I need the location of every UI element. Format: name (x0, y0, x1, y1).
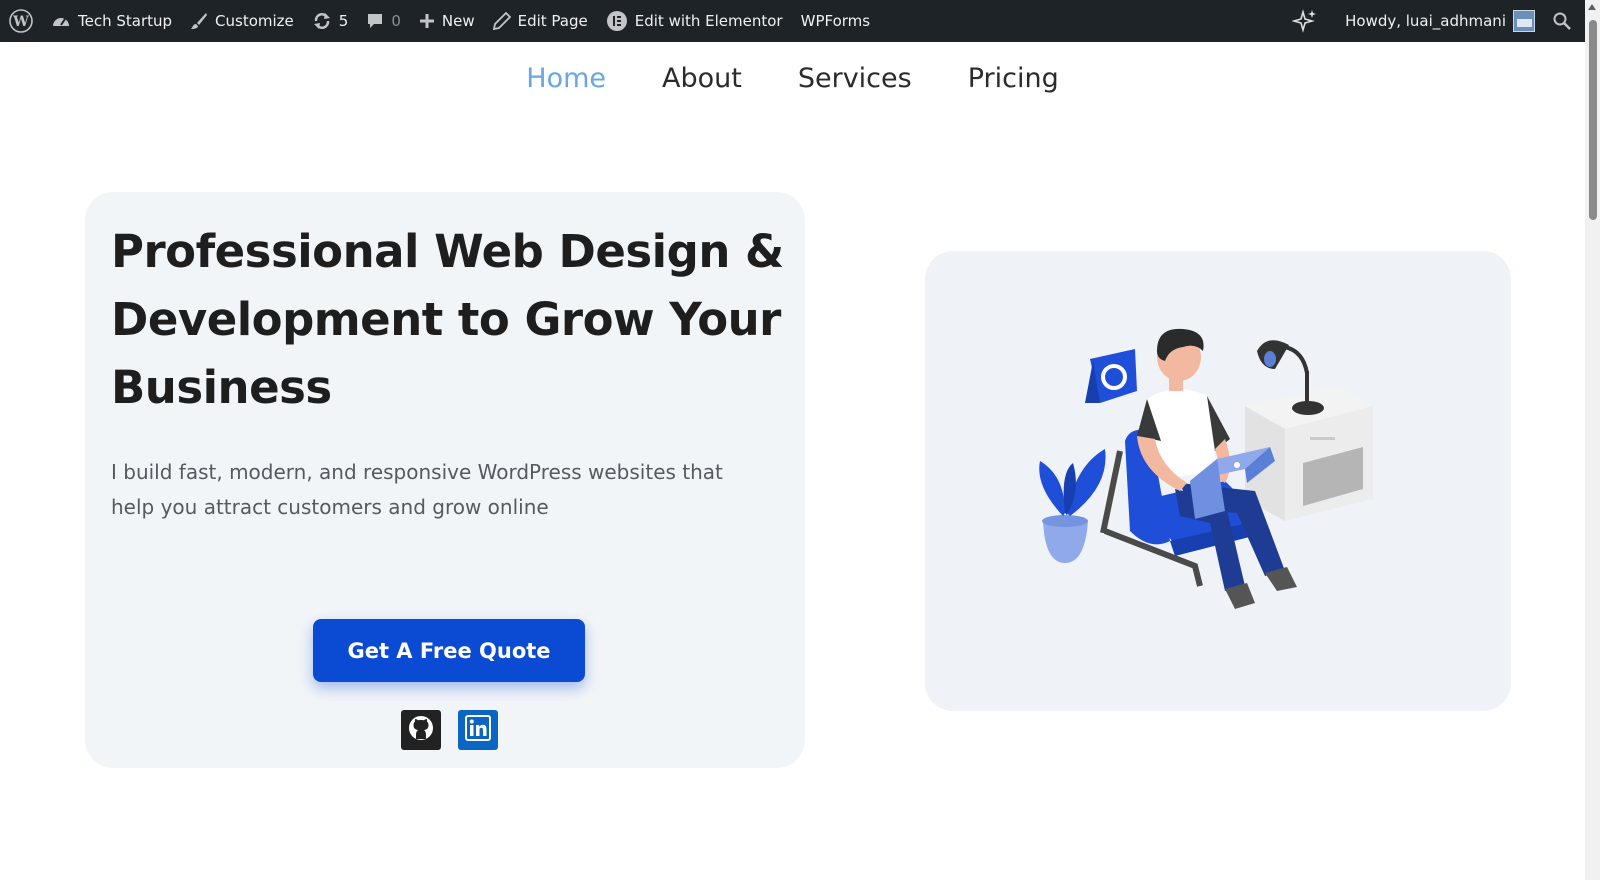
potted-plant (1039, 449, 1106, 563)
wordpress-logo-icon: W (9, 9, 33, 33)
man-with-laptop-illustration (1039, 328, 1373, 609)
pencil-icon (492, 12, 511, 30)
customize-label: Customize (215, 12, 294, 30)
updates-link[interactable]: 5 (303, 0, 358, 42)
wpforms-label: WPForms (800, 12, 871, 30)
new-content-menu[interactable]: New (410, 0, 484, 42)
wpforms-link[interactable]: WPForms (792, 0, 879, 42)
scroll-up-arrow-icon[interactable] (1588, 4, 1596, 10)
site-name: Tech Startup (78, 12, 173, 30)
admin-bar: W Tech Startup Customize 5 0 New Edit Pa… (0, 0, 1585, 42)
illustration-card (925, 251, 1511, 711)
elementor-icon (606, 10, 628, 32)
github-icon (407, 714, 435, 746)
site-name-link[interactable]: Tech Startup (42, 0, 181, 42)
nav-item-about[interactable]: About (662, 63, 742, 94)
linkedin-icon (464, 714, 492, 746)
linkedin-link[interactable] (458, 710, 498, 750)
ai-assistant-button[interactable] (1283, 0, 1336, 42)
updates-count: 5 (338, 12, 349, 30)
edit-page-link[interactable]: Edit Page (484, 0, 597, 42)
dashboard-icon (51, 12, 71, 30)
nav-item-pricing[interactable]: Pricing (968, 63, 1059, 94)
comment-icon (366, 12, 384, 30)
main-navigation: Home About Services Pricing (0, 42, 1585, 114)
my-account-menu[interactable]: Howdy, luai_adhmani (1336, 0, 1544, 42)
get-free-quote-button[interactable]: Get A Free Quote (313, 619, 585, 682)
new-label: New (441, 12, 475, 30)
edit-page-label: Edit Page (517, 12, 588, 30)
howdy-label: Howdy, luai_adhmani (1345, 12, 1506, 30)
scroll-thumb[interactable] (1589, 20, 1597, 220)
comments-link[interactable]: 0 (357, 0, 410, 42)
hero-description: I build fast, modern, and responsive Wor… (111, 460, 723, 519)
plus-icon (419, 13, 435, 29)
nav-item-home[interactable]: Home (526, 63, 606, 94)
svg-text:W: W (12, 14, 29, 30)
page-scrollbar[interactable] (1585, 0, 1600, 880)
wordpress-menu[interactable]: W (0, 0, 42, 42)
hero-card: Professional Web Design & Development to… (85, 192, 805, 768)
search-icon (1553, 12, 1571, 30)
gear-bubble-icon (1085, 349, 1137, 403)
brush-icon (190, 12, 208, 30)
sparkle-icon (1292, 8, 1318, 34)
hero-title: Professional Web Design & Development to… (111, 225, 784, 414)
comments-count: 0 (391, 12, 401, 30)
github-link[interactable] (401, 710, 441, 750)
edit-with-elementor-link[interactable]: Edit with Elementor (597, 0, 792, 42)
nav-item-services[interactable]: Services (798, 63, 912, 94)
updates-icon (312, 12, 332, 30)
avatar (1513, 10, 1535, 32)
admin-search-button[interactable] (1544, 0, 1585, 42)
customize-link[interactable]: Customize (181, 0, 303, 42)
elementor-label: Edit with Elementor (634, 12, 783, 30)
